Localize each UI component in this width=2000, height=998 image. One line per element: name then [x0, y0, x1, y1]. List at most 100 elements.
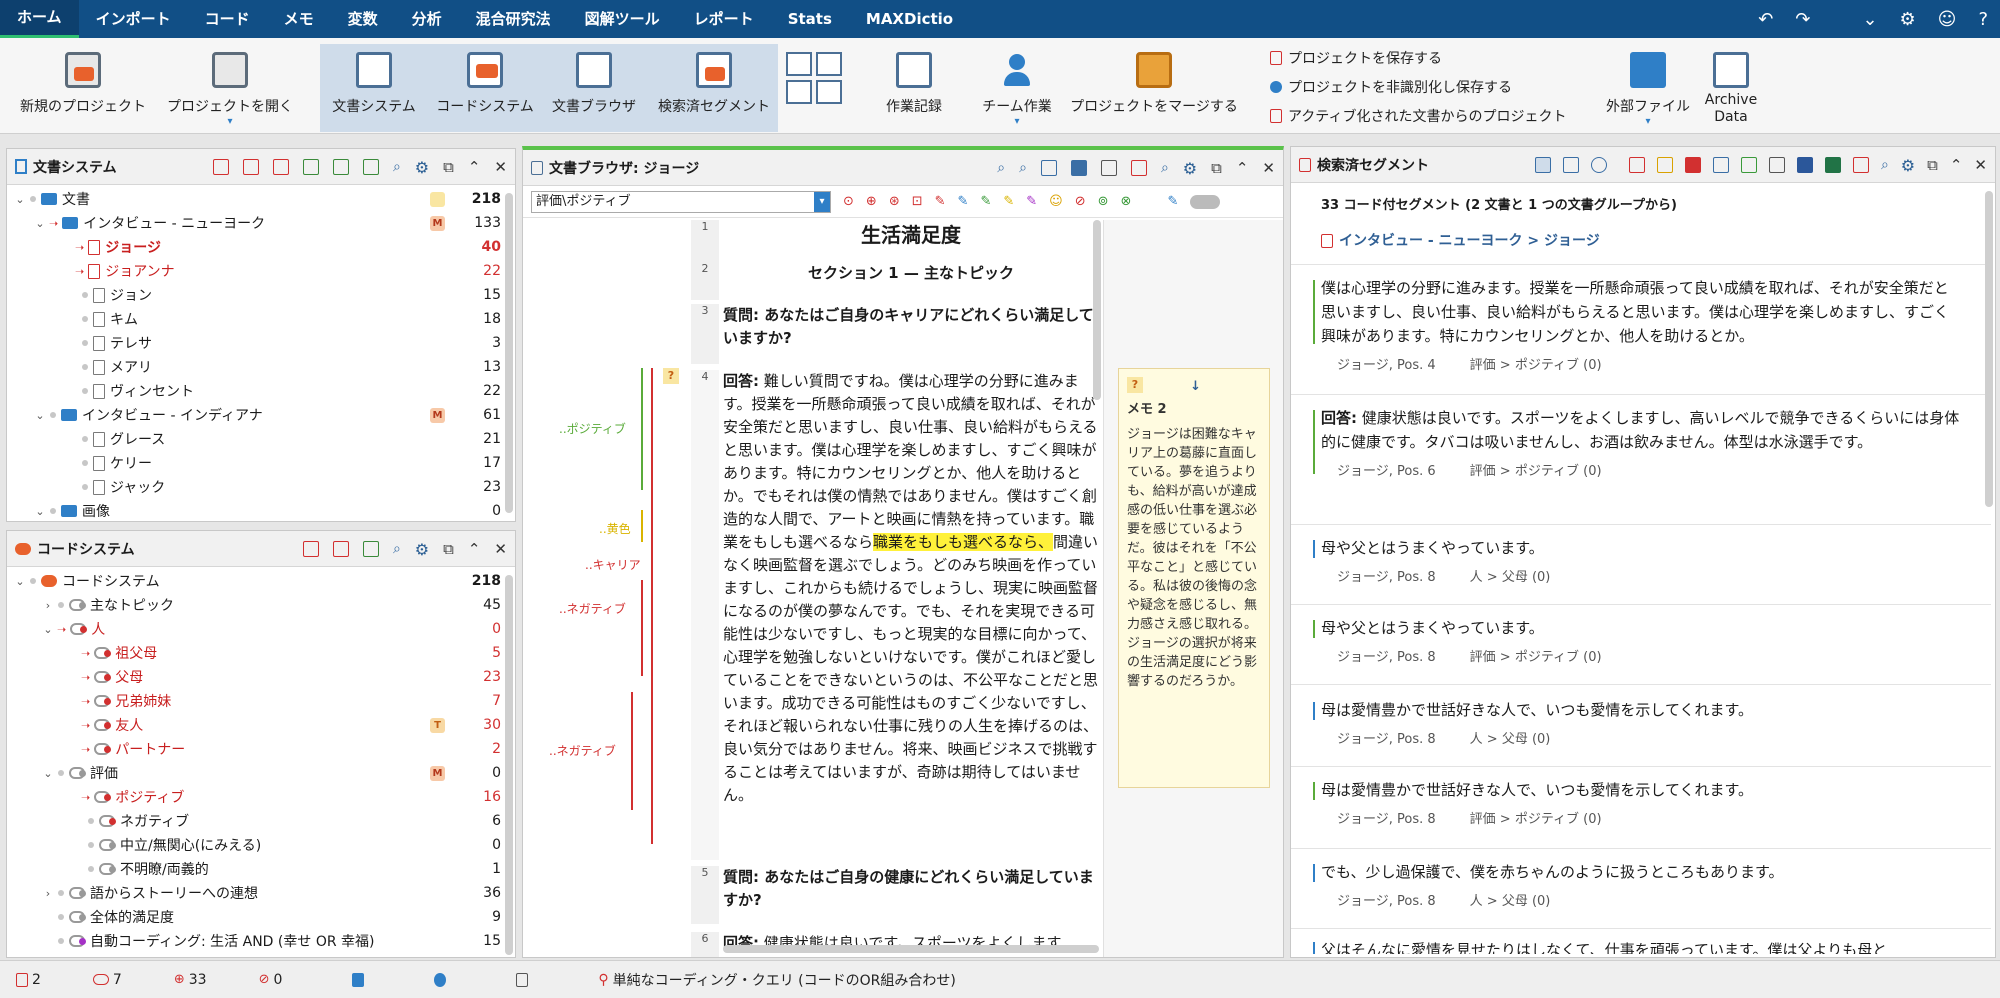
- tree-row-positive[interactable]: ➝ ポジティブ 16: [7, 785, 515, 809]
- status-segments[interactable]: ⊕ 33: [174, 972, 207, 988]
- project-from-active-button[interactable]: アクティブ化された文書からのプロジェクト: [1270, 106, 1566, 126]
- chevron-down-icon[interactable]: ⌄: [33, 217, 47, 230]
- status-active-codes[interactable]: 7: [92, 972, 122, 988]
- close-icon[interactable]: ✕: [1974, 156, 1987, 174]
- segment-code[interactable]: 評価 > ポジティブ (0): [1470, 808, 1602, 832]
- gear-icon[interactable]: ⚙: [415, 158, 429, 177]
- new-project-button[interactable]: 新規のプロジェクト: [18, 38, 148, 134]
- segment-code[interactable]: 評価 > ポジティブ (0): [1470, 354, 1602, 378]
- segment-8[interactable]: 父はそんなに愛情を見せたりはしなくて、仕事を頑張っています。僕は父よりも母と: [1313, 938, 1961, 954]
- redo-icon[interactable]: ↷: [1795, 9, 1810, 30]
- chevron-down-icon[interactable]: ⌄: [1862, 9, 1877, 30]
- status-document-button[interactable]: [516, 972, 529, 987]
- tree-row-autocode[interactable]: 自動コーディング: 生活 AND (幸せ OR 幸福) 15: [7, 929, 515, 953]
- export-icon[interactable]: [1852, 157, 1869, 173]
- chevron-down-icon[interactable]: ⌄: [33, 409, 47, 422]
- document-link[interactable]: インタビュー - ニューヨーク > ジョージ: [1321, 230, 1600, 250]
- undock-icon[interactable]: ⧉: [1211, 159, 1222, 177]
- code-icon[interactable]: ⊙: [843, 194, 854, 209]
- highlighted-text[interactable]: 職業をもしも選べるなら、: [873, 533, 1054, 551]
- status-query[interactable]: ⚲ 単純なコーディング・クエリ (コードのOR組み合わせ): [598, 970, 955, 990]
- tree-row-main-topics[interactable]: › 主なトピック 45: [7, 593, 515, 617]
- tree-row-evaluation[interactable]: ⌄ 評価 M 0: [7, 761, 515, 785]
- new-code-icon[interactable]: [362, 541, 379, 557]
- tree-row-siblings[interactable]: ➝ 兄弟姉妹 7: [7, 689, 515, 713]
- menu-analysis[interactable]: 分析: [395, 0, 459, 38]
- tree-row-grandparents[interactable]: ➝ 祖父母 5: [7, 641, 515, 665]
- scrollbar[interactable]: [505, 193, 513, 513]
- undock-icon[interactable]: ⧉: [443, 540, 454, 558]
- layout-icon[interactable]: [1070, 160, 1087, 176]
- code-bracket-positive[interactable]: [641, 368, 643, 490]
- code-label-negative-1[interactable]: ..ネガティブ: [559, 600, 626, 617]
- highlight-green-icon[interactable]: ✎: [980, 194, 991, 209]
- undock-icon[interactable]: ⧉: [1927, 156, 1938, 174]
- gear-icon[interactable]: ⚙: [1183, 159, 1197, 178]
- segment-4[interactable]: 母や父とはうまくやっています。 ジョージ, Pos. 8 評価 > ポジティブ (…: [1313, 616, 1961, 670]
- segment-code[interactable]: 評価 > ポジティブ (0): [1470, 646, 1602, 670]
- segment-source[interactable]: ジョージ, Pos. 4: [1337, 354, 1436, 378]
- document-browser-button[interactable]: 文書ブラウザ: [548, 38, 640, 134]
- close-icon[interactable]: ✕: [494, 540, 507, 558]
- copy-icon[interactable]: [242, 159, 259, 175]
- layout-grid-button[interactable]: [784, 38, 844, 134]
- memo-badge[interactable]: T: [430, 717, 445, 733]
- zoom-out-icon[interactable]: ⌕: [1019, 160, 1027, 176]
- tree-row-teresa[interactable]: テレサ 3: [7, 331, 515, 355]
- external-files-button[interactable]: 外部ファイル ▾: [1600, 38, 1696, 134]
- segment-2[interactable]: 回答: 健康状態は良いです。スポーツをよくしますし、高いレベルで競争できるくらい…: [1313, 406, 1961, 484]
- comment-icon[interactable]: [1590, 157, 1607, 173]
- document-system-button[interactable]: 文書システム: [324, 38, 424, 134]
- zoom-in-icon[interactable]: ⌕: [997, 160, 1005, 176]
- collapse-icon[interactable]: ⌃: [468, 540, 481, 558]
- tree-row-word-story[interactable]: › 語からストーリーへの連想 36: [7, 881, 515, 905]
- work-log-button[interactable]: 作業記録: [878, 38, 950, 134]
- search-icon[interactable]: ⌕: [393, 541, 401, 557]
- memo-card[interactable]: ? ↓ メモ 2 ジョージは困難なキャリア上の葛藤に直面している。夢を追うよりも…: [1118, 368, 1270, 788]
- help-icon[interactable]: ?: [1978, 9, 1988, 30]
- segment-source[interactable]: ジョージ, Pos. 8: [1337, 890, 1436, 914]
- menu-visual-tools[interactable]: 図解ツール: [568, 0, 677, 38]
- tree-row-interview-ny[interactable]: ⌄ ➝ インタビュー - ニューヨーク M 133: [7, 211, 515, 235]
- import-icon[interactable]: [302, 159, 319, 175]
- teamwork-button[interactable]: チーム作業 ▾: [972, 38, 1062, 134]
- code-bracket-career[interactable]: [651, 368, 653, 844]
- print-icon[interactable]: [1100, 160, 1117, 176]
- code-select-icon[interactable]: ⊡: [912, 194, 923, 209]
- highlight-purple-icon[interactable]: ✎: [1026, 194, 1037, 209]
- status-weight-button[interactable]: [352, 972, 365, 987]
- segment-code[interactable]: 人 > 父母 (0): [1470, 890, 1551, 914]
- memo-icon[interactable]: ?: [663, 368, 679, 384]
- memo-badge[interactable]: M: [430, 765, 445, 781]
- collapse-icon[interactable]: ⌃: [1236, 159, 1249, 177]
- menu-mixed-methods[interactable]: 混合研究法: [459, 0, 568, 38]
- code-bracket-negative-2[interactable]: [631, 692, 633, 810]
- chevron-right-icon[interactable]: ›: [41, 599, 55, 612]
- scrollbar[interactable]: [505, 575, 513, 955]
- list-icon[interactable]: [1562, 157, 1579, 173]
- smiley-icon[interactable]: ☺: [1938, 9, 1957, 30]
- new-document-icon[interactable]: [332, 159, 349, 175]
- status-memos[interactable]: ⊘ 0: [259, 972, 283, 988]
- tree-row-negative[interactable]: ネガティブ 6: [7, 809, 515, 833]
- tree-row-code-system[interactable]: ⌄ コードシステム 218: [7, 569, 515, 593]
- save-project-button[interactable]: プロジェクトを保存する: [1270, 48, 1442, 68]
- code-color-icon[interactable]: [1684, 157, 1701, 173]
- print-icon[interactable]: [1768, 157, 1785, 173]
- segment-source[interactable]: ジョージ, Pos. 6: [1337, 460, 1436, 484]
- scrollbar[interactable]: [1985, 191, 1993, 507]
- search-icon[interactable]: ⌕: [393, 159, 401, 175]
- segment-7[interactable]: でも、少し過保護で、僕を赤ちゃんのように扱うところもあります。 ジョージ, Po…: [1313, 860, 1961, 914]
- code-remove-icon[interactable]: ⊗: [1121, 194, 1132, 209]
- code-bracket-yellow[interactable]: [641, 510, 643, 542]
- excel-export-icon[interactable]: [1824, 157, 1841, 173]
- undo-icon[interactable]: ↶: [1758, 9, 1773, 30]
- menu-variables[interactable]: 変数: [331, 0, 395, 38]
- close-icon[interactable]: ✕: [1262, 159, 1275, 177]
- menu-reports[interactable]: レポート: [677, 0, 771, 38]
- chevron-down-icon[interactable]: ⌄: [13, 575, 27, 588]
- tree-row-grace[interactable]: グレース 21: [7, 427, 515, 451]
- segment-source[interactable]: ジョージ, Pos. 8: [1337, 566, 1436, 590]
- retrieved-segments-button[interactable]: 検索済セグメント: [652, 38, 776, 134]
- close-icon[interactable]: ✕: [494, 158, 507, 176]
